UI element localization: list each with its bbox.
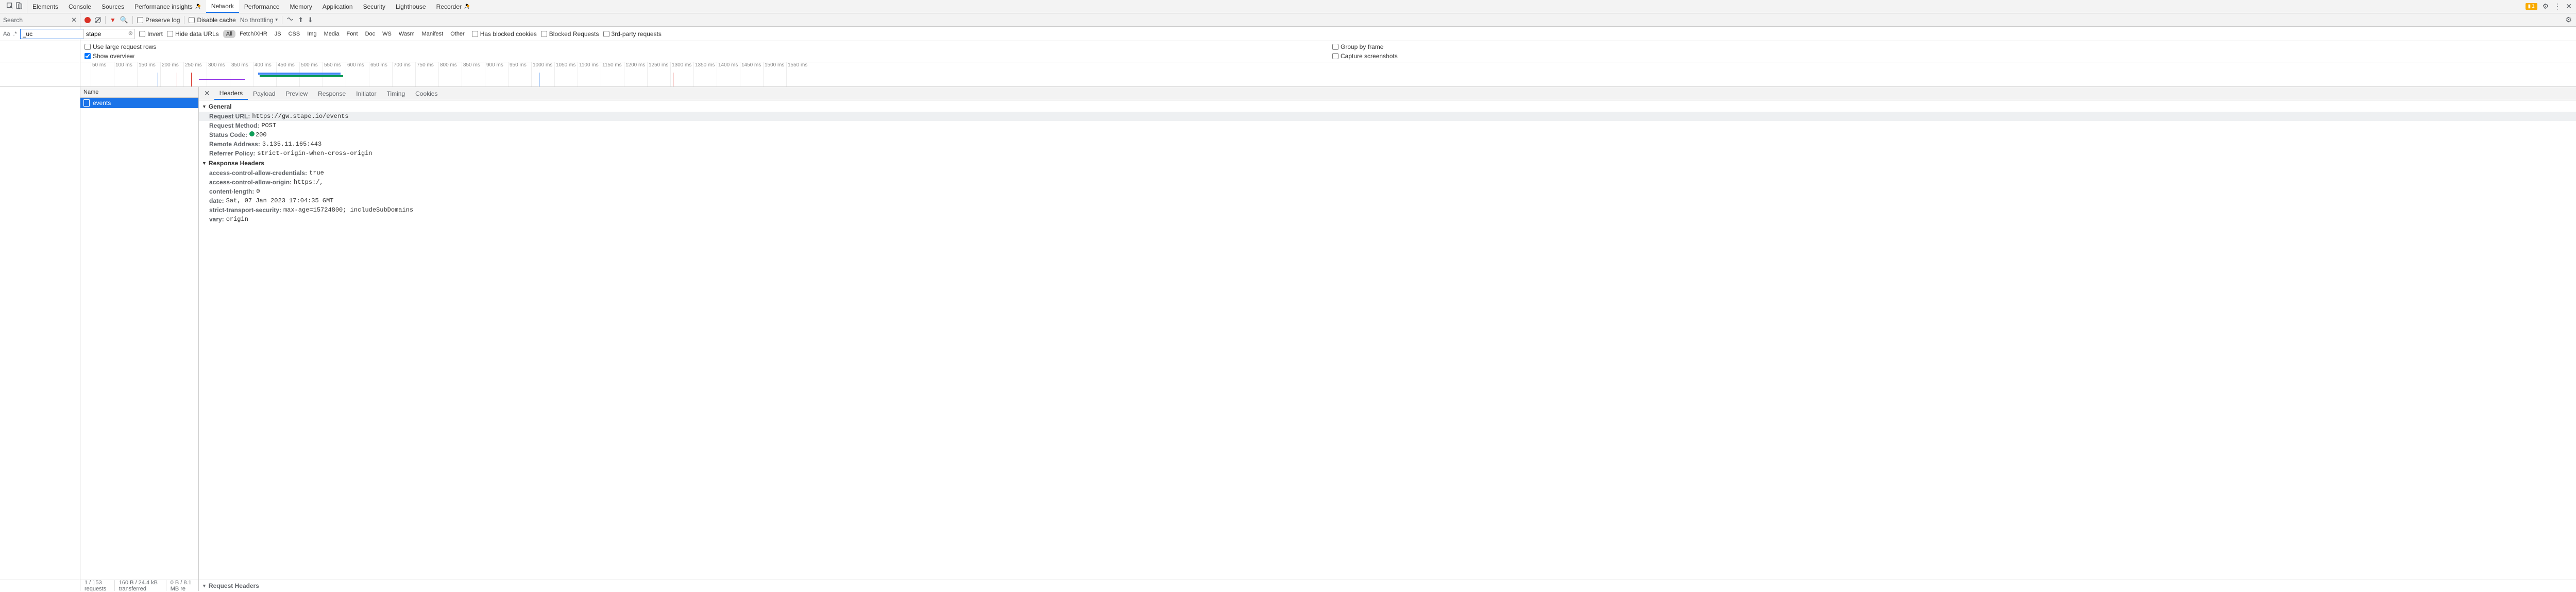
filter-chip-font[interactable]: Font xyxy=(344,30,361,38)
close-devtools-icon[interactable]: ✕ xyxy=(2566,2,2572,11)
match-case-toggle[interactable]: Aa xyxy=(3,31,10,37)
person-beta-icon xyxy=(464,3,470,10)
detail-tab-initiator[interactable]: Initiator xyxy=(351,87,381,100)
name-column-header[interactable]: Name xyxy=(80,87,198,98)
filter-chip-css[interactable]: CSS xyxy=(285,30,303,38)
search-icon[interactable]: 🔍 xyxy=(120,16,128,24)
tab-performance-insights[interactable]: Performance insights xyxy=(129,0,206,13)
blocked-cookies-checkbox[interactable]: Has blocked cookies xyxy=(472,30,537,38)
more-icon[interactable]: ⋮ xyxy=(2554,2,2561,11)
tab-application[interactable]: Application xyxy=(317,0,358,13)
throttling-select[interactable]: No throttling ▾ xyxy=(240,16,278,24)
tab-recorder[interactable]: Recorder xyxy=(431,0,475,13)
status-dot-icon xyxy=(249,131,255,136)
blocked-requests-checkbox[interactable]: Blocked Requests xyxy=(541,30,599,38)
filter-chip-manifest[interactable]: Manifest xyxy=(419,30,447,38)
filter-chip-fetch-xhr[interactable]: Fetch/XHR xyxy=(236,30,270,38)
detail-tab-cookies[interactable]: Cookies xyxy=(410,87,443,100)
network-toolbar: Search ✕ ▼ 🔍 Preserve log Disable cache … xyxy=(0,13,2576,27)
requests-list: Name events xyxy=(80,87,199,580)
tab-sources[interactable]: Sources xyxy=(96,0,129,13)
file-icon xyxy=(83,99,90,107)
header-row: Request Method:POST xyxy=(199,121,2576,130)
detail-tab-response[interactable]: Response xyxy=(313,87,351,100)
request-details-panel: ✕ HeadersPayloadPreviewResponseInitiator… xyxy=(199,87,2576,580)
large-rows-checkbox[interactable]: Use large request rows xyxy=(84,43,1324,50)
filter-icon[interactable]: ▼ xyxy=(110,16,116,24)
filter-chip-all[interactable]: All xyxy=(223,30,235,38)
tab-elements[interactable]: Elements xyxy=(27,0,63,13)
tab-memory[interactable]: Memory xyxy=(285,0,317,13)
request-row[interactable]: events xyxy=(80,98,198,108)
status-transferred: 160 B / 24.4 kB transferred xyxy=(115,580,166,591)
header-row: strict-transport-security:max-age=157248… xyxy=(199,205,2576,215)
capture-screenshots-checkbox[interactable]: Capture screenshots xyxy=(1332,53,2572,60)
filter-chip-ws[interactable]: WS xyxy=(379,30,395,38)
preserve-log-checkbox[interactable]: Preserve log xyxy=(137,16,180,24)
panel-settings-icon[interactable]: ⚙ xyxy=(2565,15,2576,24)
filter-chip-js[interactable]: JS xyxy=(272,30,284,38)
hide-data-urls-checkbox[interactable]: Hide data URLs xyxy=(167,30,219,38)
status-bar: 1 / 153 requests 160 B / 24.4 kB transfe… xyxy=(0,580,2576,591)
export-har-icon[interactable]: ⬇ xyxy=(308,16,313,24)
filter-chip-img[interactable]: Img xyxy=(304,30,319,38)
third-party-checkbox[interactable]: 3rd-party requests xyxy=(603,30,662,38)
tab-lighthouse[interactable]: Lighthouse xyxy=(391,0,431,13)
status-resources: 0 B / 8.1 MB re xyxy=(166,580,198,591)
inspect-icon[interactable] xyxy=(6,2,13,11)
detail-tab-timing[interactable]: Timing xyxy=(382,87,411,100)
status-requests: 1 / 153 requests xyxy=(80,580,115,591)
request-name: events xyxy=(93,99,111,107)
group-by-frame-checkbox[interactable]: Group by frame xyxy=(1332,43,2572,50)
header-row: vary:origin xyxy=(199,215,2576,224)
clear-filter-icon[interactable]: ⊗ xyxy=(128,30,133,37)
close-details-icon[interactable]: ✕ xyxy=(201,89,213,98)
person-beta-icon xyxy=(195,3,201,10)
detail-tab-payload[interactable]: Payload xyxy=(248,87,280,100)
header-row: Referrer Policy:strict-origin-when-cross… xyxy=(199,149,2576,158)
header-row: content-length:0 xyxy=(199,187,2576,196)
issues-badge[interactable]: ▮ 1 xyxy=(2526,3,2537,10)
record-button[interactable] xyxy=(84,17,91,23)
settings-icon[interactable]: ⚙ xyxy=(2543,2,2549,11)
header-row: date:Sat, 07 Jan 2023 17:04:35 GMT xyxy=(199,196,2576,205)
section-general[interactable]: General xyxy=(199,101,2576,112)
header-row: access-control-allow-origin:https:/, xyxy=(199,178,2576,187)
header-row: Status Code:200 xyxy=(199,130,2576,140)
clear-button[interactable] xyxy=(95,17,101,23)
disable-cache-checkbox[interactable]: Disable cache xyxy=(189,16,235,24)
tab-console[interactable]: Console xyxy=(63,0,96,13)
filter-input[interactable] xyxy=(83,29,135,39)
regex-toggle[interactable]: .* xyxy=(13,31,16,37)
detail-tab-headers[interactable]: Headers xyxy=(214,87,248,100)
section-response-headers[interactable]: Response Headers xyxy=(199,158,2576,168)
section-request-headers[interactable]: Request Headers xyxy=(202,581,2576,591)
invert-checkbox[interactable]: Invert xyxy=(139,30,163,38)
filter-chip-wasm[interactable]: Wasm xyxy=(396,30,418,38)
filter-chip-media[interactable]: Media xyxy=(321,30,343,38)
search-results-panel xyxy=(0,87,80,580)
options-row: Use large request rows Show overview Gro… xyxy=(0,41,2576,62)
show-overview-checkbox[interactable]: Show overview xyxy=(84,53,1324,60)
tab-performance[interactable]: Performance xyxy=(239,0,285,13)
header-row: access-control-allow-credentials:true xyxy=(199,168,2576,178)
filter-chip-doc[interactable]: Doc xyxy=(362,30,379,38)
filter-row: Aa .* ↻ ⊗ Invert Hide data URLs AllFetch… xyxy=(0,27,2576,41)
main-tabs-bar: ElementsConsoleSourcesPerformance insigh… xyxy=(0,0,2576,13)
import-har-icon[interactable]: ⬆ xyxy=(298,16,303,24)
timeline-overview[interactable]: 50 ms100 ms150 ms200 ms250 ms300 ms350 m… xyxy=(0,62,2576,87)
search-label: Search xyxy=(3,16,23,24)
tab-network[interactable]: Network xyxy=(206,0,239,13)
close-search-icon[interactable]: ✕ xyxy=(71,16,77,24)
header-row: Remote Address:3.135.11.165:443 xyxy=(199,140,2576,149)
tab-security[interactable]: Security xyxy=(358,0,391,13)
device-toggle-icon[interactable] xyxy=(15,2,23,11)
network-conditions-icon[interactable] xyxy=(286,15,294,24)
header-row: Request URL:https://gw.stape.io/events xyxy=(199,112,2576,121)
filter-chip-other[interactable]: Other xyxy=(447,30,468,38)
detail-tab-preview[interactable]: Preview xyxy=(280,87,313,100)
